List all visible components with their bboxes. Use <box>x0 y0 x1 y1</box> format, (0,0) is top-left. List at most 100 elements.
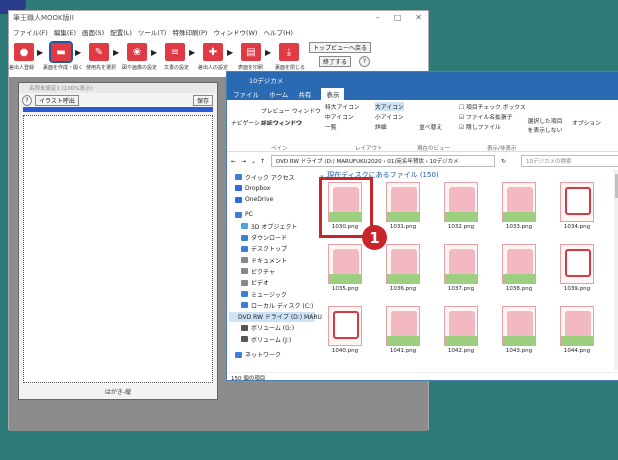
sender-settings-button[interactable]: ✚ <box>203 43 223 61</box>
image-icon: ❀ <box>132 46 142 58</box>
nav-item[interactable]: ミュージック <box>241 289 287 299</box>
file-thumbnail[interactable]: 1035.png <box>325 244 365 294</box>
nav-item[interactable]: ピクチャ <box>241 266 275 276</box>
file-name: 1035.png <box>331 286 359 292</box>
menu-layout[interactable]: 配置(L) <box>110 27 132 39</box>
menu-edit[interactable]: 編集(E) <box>54 27 76 39</box>
close-icon[interactable]: ✕ <box>415 13 422 22</box>
item-checkbox-toggle[interactable]: ☐ 項目チェック ボックス <box>459 102 526 111</box>
file-name: 1044.png <box>563 348 591 354</box>
maximize-icon[interactable]: □ <box>394 13 402 22</box>
small-icons-option[interactable]: 小アイコン <box>375 112 404 121</box>
file-thumbnail[interactable]: 1043.png <box>499 306 539 356</box>
preview-art <box>565 311 591 339</box>
scrollbar[interactable] <box>614 170 618 370</box>
extension-toggle[interactable]: ☑ ファイル名拡張子 <box>459 112 512 121</box>
select-usage-button[interactable]: ✎ <box>89 43 109 61</box>
address-bar[interactable]: DVD RW ドライブ (D:) MARUFUKU2020 › 01)宛名年賀状… <box>271 155 495 167</box>
large-icons-option[interactable]: 大アイコン <box>375 102 404 111</box>
nav-item[interactable]: ボリューム (G:) <box>241 323 294 333</box>
nav-item[interactable]: ローカル ディスク (C:) <box>241 300 313 310</box>
window-controls: – □ ✕ <box>376 13 422 22</box>
ext-label: ファイル名拡張子 <box>466 115 513 121</box>
nav-item[interactable]: Dropbox <box>235 183 270 193</box>
preview-pane-button[interactable]: プレビュー ウィンドウ <box>261 106 321 115</box>
file-thumbnail[interactable]: 1031.png <box>383 182 423 232</box>
selection-bar[interactable] <box>23 107 213 112</box>
back-icon[interactable]: ← <box>231 158 236 165</box>
illustration-button[interactable]: イラスト呼出 <box>35 94 79 106</box>
nav-item[interactable]: OneDrive <box>235 195 273 205</box>
file-thumbnail[interactable]: 1038.png <box>499 244 539 294</box>
xl-icons-option[interactable]: 特大アイコン <box>325 102 360 111</box>
file-thumbnail[interactable]: 1032.png <box>441 182 481 232</box>
chevron-down-icon[interactable]: ⌄ <box>251 158 256 165</box>
preview-grass <box>561 336 593 345</box>
nav-item[interactable]: ダウンロード <box>241 233 287 243</box>
menu-window[interactable]: ウィンドウ(W) <box>213 27 257 39</box>
file-thumbnail[interactable]: 1036.png <box>383 244 423 294</box>
minimize-icon[interactable]: – <box>376 13 380 22</box>
menu-special-print[interactable]: 特殊印刷(P) <box>172 27 207 39</box>
nav-item-label: ビデオ <box>251 280 270 288</box>
hide-selected-button[interactable]: 選択した項目を表示しない <box>525 116 565 134</box>
nav-item[interactable]: クイック アクセス <box>235 172 295 182</box>
nav-item[interactable]: ネットワーク <box>235 350 281 360</box>
ribbon: ナビゲーション ウィンドウ プレビュー ウィンドウ 詳細ウィンドウ 特大アイコン… <box>227 100 618 152</box>
image-settings-button[interactable]: ❀ <box>127 43 147 61</box>
postcard-canvas[interactable] <box>23 115 213 383</box>
details-pane-button[interactable]: 詳細ウィンドウ <box>261 118 302 127</box>
image-preview <box>444 306 478 346</box>
list-option[interactable]: 一覧 <box>325 122 337 131</box>
tab-share[interactable]: 共有 <box>298 89 311 99</box>
file-thumbnail[interactable]: 1040.png <box>325 306 365 356</box>
help-button[interactable]: ? <box>359 56 370 67</box>
close-back-button[interactable]: ⤓ <box>279 43 299 61</box>
nav-item[interactable]: ボリューム (J:) <box>241 334 291 344</box>
nav-item[interactable]: 3D オブジェクト <box>241 221 297 231</box>
doc-title-text: 名称未設定1 (100%表示) <box>29 86 93 92</box>
file-thumbnail[interactable]: 1044.png <box>557 306 597 356</box>
forward-icon[interactable]: → <box>241 158 246 165</box>
back-to-top-label: トップビューへ戻る <box>313 45 368 52</box>
options-button[interactable]: オプション <box>572 118 601 127</box>
refresh-icon[interactable]: ↻ <box>501 158 506 165</box>
file-thumbnail[interactable]: 1037.png <box>441 244 481 294</box>
save-button[interactable]: 保存 <box>192 94 213 106</box>
nav-item-label: OneDrive <box>245 196 274 204</box>
menu-tools[interactable]: ツール(T) <box>138 27 167 39</box>
back-to-top-view-button[interactable]: トップビューへ戻る <box>309 42 372 53</box>
nav-item[interactable]: ドキュメント <box>241 255 287 265</box>
file-thumbnail[interactable]: 1034.png <box>557 182 597 232</box>
nav-item[interactable]: デスクトップ <box>241 244 287 254</box>
exit-button[interactable]: 終了する <box>319 56 352 67</box>
sender-register-button[interactable]: ● <box>14 43 34 61</box>
menu-view[interactable]: 画面(S) <box>82 27 104 39</box>
file-thumbnail[interactable]: 1033.png <box>499 182 539 232</box>
details-option[interactable]: 詳細 <box>375 122 387 131</box>
file-thumbnail[interactable]: 1041.png <box>383 306 423 356</box>
toolbar-label: 差出人の設定 <box>198 65 229 71</box>
nav-item[interactable]: DVD RW ドライブ (D:) MARU <box>229 311 322 322</box>
medium-icons-option[interactable]: 中アイコン <box>325 112 354 121</box>
tab-view[interactable]: 表示 <box>321 88 345 100</box>
open-back-button[interactable]: ▬ <box>49 41 73 63</box>
arrow-icon: ▶ <box>113 48 120 57</box>
search-input[interactable]: 10デジカメの検索 <box>521 155 618 167</box>
image-preview <box>328 306 362 346</box>
file-thumbnail[interactable]: 1042.png <box>441 306 481 356</box>
file-thumbnail[interactable]: 1039.png <box>557 244 597 294</box>
sort-button[interactable]: 並べ替え <box>419 122 442 131</box>
print-front-button[interactable]: ▤ <box>241 43 261 61</box>
nav-item[interactable]: ビデオ <box>241 278 269 288</box>
up-icon[interactable]: ↑ <box>260 158 265 165</box>
menu-help[interactable]: ヘルプ(H) <box>263 27 292 39</box>
tab-home[interactable]: ホーム <box>269 89 288 99</box>
tab-file[interactable]: ファイル <box>233 89 259 99</box>
nav-item[interactable]: PC <box>235 210 253 220</box>
document-settings-button[interactable]: ≡ <box>165 43 185 61</box>
file-name: 1032.png <box>447 224 475 230</box>
hidden-files-toggle[interactable]: ☑ 隠しファイル <box>459 122 501 131</box>
doc-help-button[interactable]: ? <box>22 94 32 106</box>
menu-file[interactable]: ファイル(F) <box>13 27 48 39</box>
